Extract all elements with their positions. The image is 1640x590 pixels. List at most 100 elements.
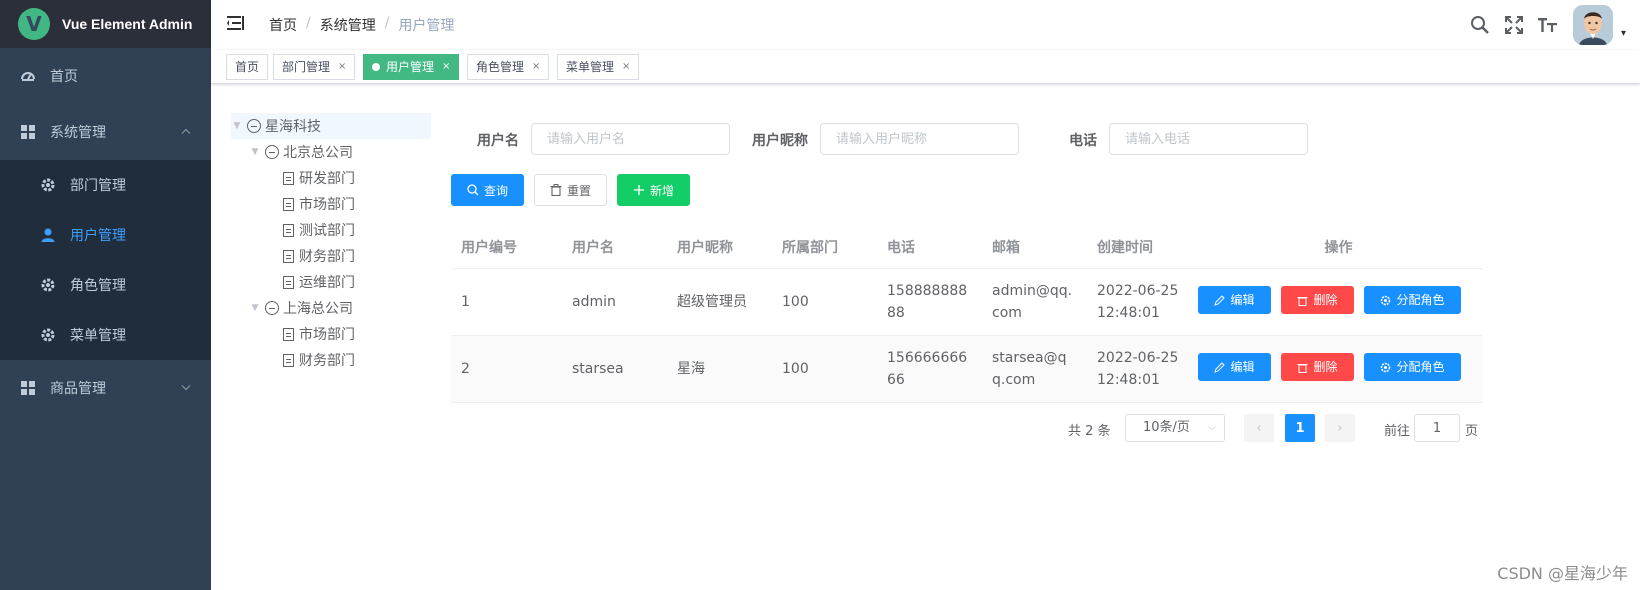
sidebar-item-system[interactable]: 系统管理: [0, 104, 211, 160]
sidebar-item-label: 商品管理: [50, 381, 106, 397]
search-icon[interactable]: [1469, 14, 1491, 36]
vue-logo-icon: V: [18, 8, 50, 40]
avatar[interactable]: [1572, 5, 1613, 45]
tree-node-label: 运维部门: [299, 275, 355, 291]
column-header: 创建时间: [1097, 239, 1153, 256]
tree-node[interactable]: 市场部门: [231, 191, 431, 217]
close-icon[interactable]: ×: [442, 55, 450, 79]
grid-icon: [20, 380, 36, 396]
column-header: 电话: [887, 239, 915, 256]
cell-id: 2: [461, 361, 470, 377]
tree-node[interactable]: ▼ 上海总公司: [231, 295, 431, 321]
delete-button[interactable]: 删除: [1281, 286, 1354, 314]
sidebar-item-departments[interactable]: 部门管理: [0, 160, 211, 210]
tree-node[interactable]: 财务部门: [231, 243, 431, 269]
tree-node[interactable]: 财务部门: [231, 347, 431, 373]
edit-button[interactable]: 编辑: [1198, 286, 1271, 314]
close-icon[interactable]: ×: [338, 55, 346, 79]
search-icon: [467, 184, 479, 196]
sidebar-item-home[interactable]: 首页: [0, 48, 211, 104]
goto-unit: 页: [1465, 424, 1479, 439]
gear-icon: [40, 277, 56, 293]
tree-node[interactable]: ▼ 北京总公司: [231, 139, 431, 165]
phone-input[interactable]: [1109, 123, 1308, 155]
hamburger-icon[interactable]: [227, 14, 245, 32]
tree-node-label: 测试部门: [299, 223, 355, 239]
cell-email: starsea@qq.com: [992, 350, 1067, 388]
assign-role-button[interactable]: 分配角色: [1364, 286, 1461, 314]
page-number-button[interactable]: 1: [1285, 414, 1315, 442]
cell-phone: 15666666666: [887, 350, 968, 388]
fullscreen-icon[interactable]: [1503, 14, 1525, 36]
page-size-select[interactable]: 10条/页 ⌵: [1125, 414, 1225, 442]
pagination-total: 共 2 条: [1068, 424, 1111, 439]
document-icon: [283, 327, 294, 341]
sidebar-item-products[interactable]: 商品管理: [0, 360, 211, 416]
tag-roles[interactable]: 角色管理 ×: [467, 54, 550, 80]
reset-button[interactable]: 重置: [534, 174, 607, 206]
tree-node[interactable]: 测试部门: [231, 217, 431, 243]
tree-node-label: 北京总公司: [283, 145, 353, 161]
caret-down-icon[interactable]: ▼: [231, 121, 243, 131]
cell-nickname: 星海: [677, 361, 705, 377]
sidebar-logo[interactable]: V Vue Element Admin: [0, 0, 211, 48]
sidebar-item-users[interactable]: 用户管理: [0, 210, 211, 260]
tag-label: 菜单管理: [566, 60, 615, 74]
tree-node-label: 星海科技: [265, 119, 321, 135]
tag-users[interactable]: 用户管理 ×: [363, 54, 460, 80]
tree-node[interactable]: 运维部门: [231, 269, 431, 295]
tree-node[interactable]: 研发部门: [231, 165, 431, 191]
breadcrumb-home[interactable]: 首页: [269, 15, 297, 35]
close-icon[interactable]: ×: [622, 55, 630, 79]
document-icon: [283, 353, 294, 367]
chevron-right-icon: ›: [1337, 420, 1343, 436]
query-button[interactable]: 查询: [451, 174, 524, 206]
tag-departments[interactable]: 部门管理 ×: [273, 54, 356, 80]
next-page-button[interactable]: ›: [1325, 414, 1355, 442]
tag-home[interactable]: 首页: [226, 54, 269, 80]
nickname-input[interactable]: [820, 123, 1019, 155]
sidebar-item-label: 部门管理: [70, 178, 126, 194]
caret-down-icon[interactable]: ▼: [249, 147, 261, 157]
sidebar-item-label: 首页: [50, 69, 78, 85]
document-icon: [283, 275, 294, 289]
tree-node[interactable]: ▼ 星海科技: [231, 113, 431, 139]
tag-label: 角色管理: [476, 60, 525, 74]
font-size-icon[interactable]: [1537, 14, 1559, 36]
add-button[interactable]: 新增: [617, 174, 690, 206]
tree-node-label: 财务部门: [299, 353, 355, 369]
tree-node[interactable]: 市场部门: [231, 321, 431, 347]
sidebar-item-label: 角色管理: [70, 278, 126, 294]
tree-node-label: 上海总公司: [283, 301, 353, 317]
cell-phone: 15888888888: [887, 283, 968, 321]
delete-button[interactable]: 删除: [1281, 353, 1354, 381]
plus-icon: [633, 184, 645, 196]
edit-button[interactable]: 编辑: [1198, 353, 1271, 381]
cell-nickname: 超级管理员: [677, 294, 747, 310]
sidebar-item-roles[interactable]: 角色管理: [0, 260, 211, 310]
close-icon[interactable]: ×: [532, 55, 540, 79]
username-input[interactable]: [531, 123, 730, 155]
sidebar-item-menus[interactable]: 菜单管理: [0, 310, 211, 360]
tag-menus[interactable]: 菜单管理 ×: [557, 54, 640, 80]
setting-icon: [1380, 362, 1391, 373]
gear-icon: [40, 177, 56, 193]
prev-page-button[interactable]: ‹: [1244, 414, 1274, 442]
edit-button-label: 编辑: [1230, 293, 1255, 307]
watermark: CSDN @星海少年: [1497, 564, 1628, 583]
caret-down-icon[interactable]: ▾: [1621, 28, 1626, 39]
breadcrumb: 首页 / 系统管理 / 用户管理: [269, 15, 454, 35]
goto-page-input[interactable]: [1414, 414, 1460, 442]
navbar: 首页 / 系统管理 / 用户管理 ▾: [211, 0, 1640, 50]
document-icon: [283, 223, 294, 237]
app-title: Vue Element Admin: [62, 16, 193, 32]
assign-role-button[interactable]: 分配角色: [1364, 353, 1461, 381]
cell-username: admin: [572, 294, 616, 310]
breadcrumb-system[interactable]: 系统管理: [320, 15, 376, 35]
caret-down-icon[interactable]: ▼: [249, 303, 261, 313]
chevron-down-icon: [181, 383, 191, 394]
query-button-label: 查询: [483, 183, 508, 198]
tree-node-label: 研发部门: [299, 171, 355, 187]
sidebar-item-label: 系统管理: [50, 125, 106, 141]
active-dot-icon: [372, 63, 380, 71]
